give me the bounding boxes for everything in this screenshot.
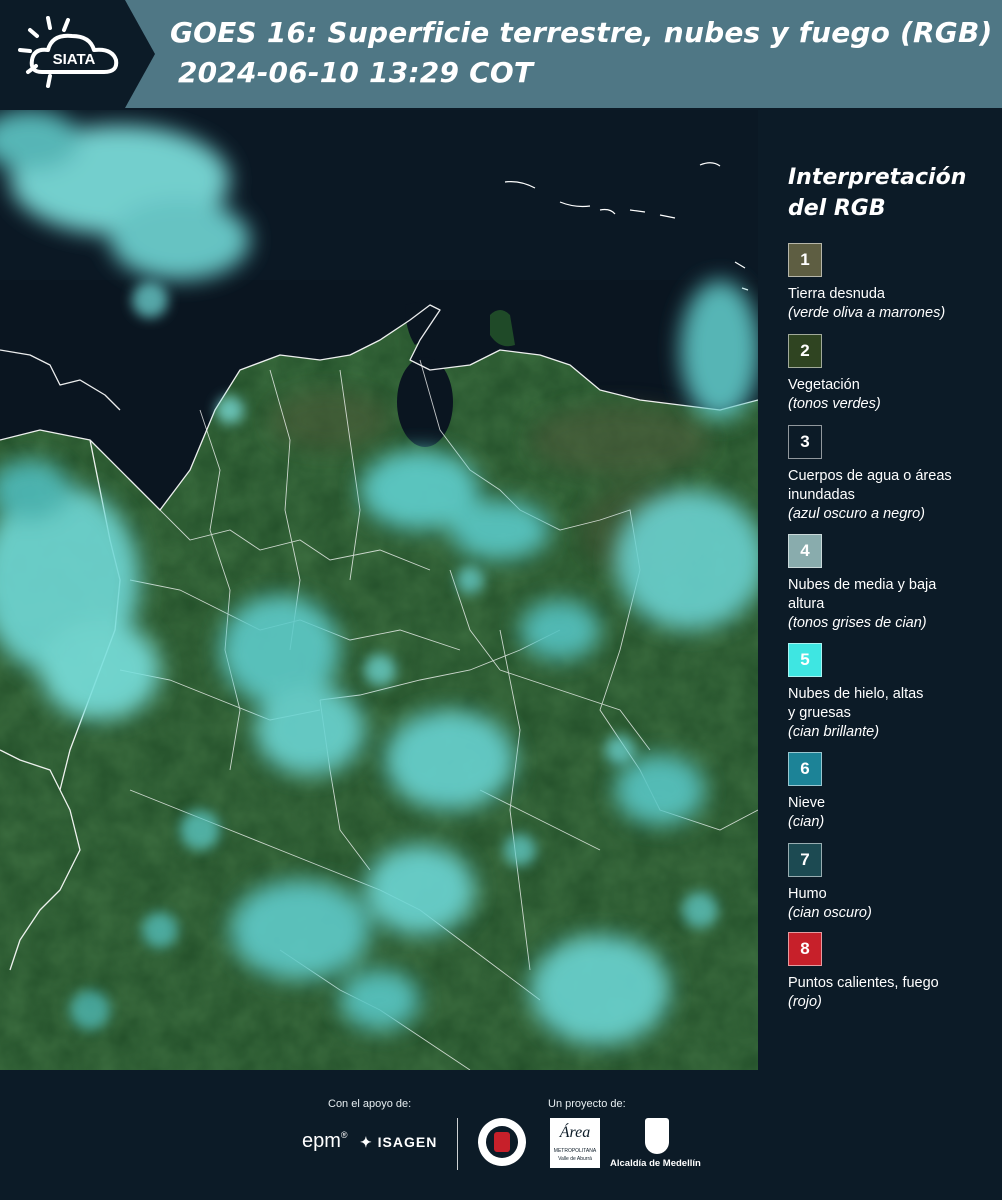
timestamp: 2024-06-10 13:29 COT <box>178 56 534 89</box>
legend-swatch: 8 <box>788 932 822 966</box>
legend-label: Cuerpos de agua o áreas inundadas <box>788 468 952 503</box>
legend-swatch: 6 <box>788 752 822 786</box>
legend-desc: (tonos verdes) <box>788 396 881 412</box>
legend-item-bare-land: 1 Tierra desnuda (verde oliva a marrones… <box>788 243 998 323</box>
area-metropolitana-logo: Área METROPOLITANA Valle de Aburrá <box>550 1118 600 1168</box>
footer-divider <box>457 1118 458 1170</box>
legend-desc: (tonos grises de cian) <box>788 615 927 631</box>
legend-item-water: 3 Cuerpos de agua o áreas inundadas (azu… <box>788 425 998 524</box>
legend-title: Interpretación del RGB <box>788 165 967 221</box>
area-logo-text: Área <box>559 1124 591 1141</box>
logo-text: SIATA <box>53 51 96 68</box>
alcaldia-crest-icon <box>645 1118 669 1154</box>
legend-swatch: 4 <box>788 534 822 568</box>
legend-item-vegetation: 2 Vegetación (tonos verdes) <box>788 334 998 414</box>
alcaldia-text: Alcaldía de Medellín <box>610 1158 701 1169</box>
footer: Con el apoyo de: Un proyecto de: epm® ✦ … <box>0 1070 1002 1200</box>
page-title: GOES 16: Superficie terrestre, nubes y f… <box>170 16 993 49</box>
legend-desc: (cian oscuro) <box>788 905 872 921</box>
legend-item-low-clouds: 4 Nubes de media y baja altura (tonos gr… <box>788 534 998 633</box>
legend-label: Nieve <box>788 795 826 811</box>
isagen-logo: ✦ ISAGEN <box>360 1134 437 1151</box>
area-logo-sub: METROPOLITANA <box>553 1148 597 1154</box>
legend-swatch: 2 <box>788 334 822 368</box>
legend-item-snow: 6 Nieve (cian) <box>788 752 998 832</box>
epm-text: epm <box>302 1130 341 1152</box>
header-bar: SIATA GOES 16: Superficie terrestre, nub… <box>0 0 1002 108</box>
project-label: Un proyecto de: <box>548 1098 626 1110</box>
legend-desc: (cian brillante) <box>788 724 880 740</box>
legend-item-ice-clouds: 5 Nubes de hielo, altas y gruesas (cian … <box>788 643 998 742</box>
legend-desc: (verde oliva a marrones) <box>788 305 946 321</box>
university-seal-icon <box>478 1118 526 1166</box>
support-label: Con el apoyo de: <box>328 1098 412 1110</box>
legend-swatch: 5 <box>788 643 822 677</box>
epm-logo: epm® <box>302 1130 348 1152</box>
legend-label: Puntos calientes, fuego <box>788 975 939 991</box>
legend-label: Humo <box>788 886 827 902</box>
legend-item-smoke: 7 Humo (cian oscuro) <box>788 843 998 923</box>
legend-label: Nubes de media y baja altura <box>788 577 937 612</box>
legend-desc: (cian) <box>788 814 825 830</box>
legend-desc: (rojo) <box>788 994 822 1010</box>
isagen-star-icon: ✦ <box>360 1134 373 1150</box>
legend-label: Vegetación <box>788 377 860 393</box>
legend-swatch: 1 <box>788 243 822 277</box>
legend-desc: (azul oscuro a negro) <box>788 506 926 522</box>
legend-swatch: 7 <box>788 843 822 877</box>
isagen-text: ISAGEN <box>377 1134 438 1150</box>
legend-label: Nubes de hielo, altas y gruesas <box>788 686 924 721</box>
legend-panel: Interpretación del RGB 1 Tierra desnuda … <box>760 110 1002 1070</box>
satellite-map <box>0 110 758 1070</box>
legend-label: Tierra desnuda <box>788 286 885 302</box>
legend-swatch: 3 <box>788 425 822 459</box>
area-logo-sub2: Valle de Aburrá <box>558 1156 592 1162</box>
legend-item-fire: 8 Puntos calientes, fuego (rojo) <box>788 932 998 1012</box>
siata-logo: SIATA <box>0 0 155 108</box>
